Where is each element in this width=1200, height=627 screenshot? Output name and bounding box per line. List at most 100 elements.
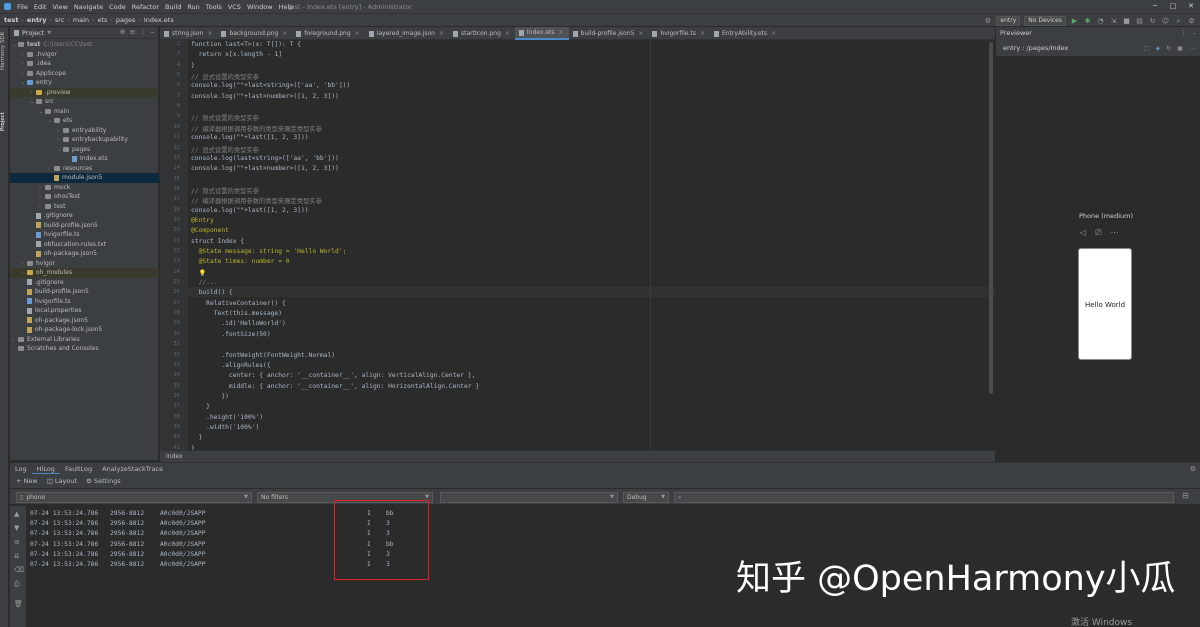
close-tab-icon[interactable]: × xyxy=(638,27,643,40)
menu-refactor[interactable]: Refactor xyxy=(132,3,159,11)
print-icon[interactable]: ⎙ xyxy=(14,580,20,589)
options-icon[interactable]: ⋮ xyxy=(1180,29,1187,37)
tree-item[interactable]: › mock xyxy=(10,183,159,193)
tree-item[interactable]: ⌄ test C:\Users\CC\test xyxy=(10,40,159,50)
settings-button[interactable]: ⚙ Settings xyxy=(86,477,121,485)
hide-panel-icon[interactable]: – xyxy=(151,28,155,36)
breadcrumb-file[interactable]: Index.ets xyxy=(144,16,174,24)
menu-window[interactable]: Window xyxy=(247,3,273,11)
menu-edit[interactable]: Edit xyxy=(34,3,47,11)
breadcrumb-src[interactable]: src xyxy=(55,16,65,24)
tree-item[interactable]: › ohosTest xyxy=(10,192,159,202)
tree-item[interactable]: ⌄ ets xyxy=(10,116,159,126)
menu-code[interactable]: Code xyxy=(109,3,126,11)
scroll-to-end-icon[interactable]: ⇊ xyxy=(14,552,20,560)
tree-item[interactable]: oh-package.json5 xyxy=(10,249,159,259)
tree-item[interactable]: ⌄ entry xyxy=(10,78,159,88)
tree-item[interactable]: .gitignore xyxy=(10,278,159,288)
tree-item[interactable]: › .hvigor xyxy=(10,50,159,60)
close-window-button[interactable]: ✕ xyxy=(1182,0,1200,13)
menu-build[interactable]: Build xyxy=(165,3,181,11)
maximize-button[interactable]: □ xyxy=(1164,0,1182,13)
tree-item[interactable]: build-profile.json5 xyxy=(10,221,159,231)
back-icon[interactable]: ◁ xyxy=(1080,228,1086,238)
minimize-button[interactable]: ─ xyxy=(1146,0,1164,13)
editor-tab[interactable]: string.json × xyxy=(160,27,217,40)
gear-icon[interactable]: ⚙ xyxy=(1190,465,1196,473)
device-filter-select[interactable]: ▯ phone ▼ xyxy=(16,492,252,503)
close-tab-icon[interactable]: × xyxy=(700,27,705,40)
breadcrumb-pages[interactable]: pages xyxy=(116,16,136,24)
tree-item[interactable]: obfuscation-rules.txt xyxy=(10,240,159,250)
editor-tab[interactable]: background.png × xyxy=(217,27,292,40)
log-level-select[interactable]: Debug ▼ xyxy=(623,492,669,503)
tab-hilog[interactable]: HiLog xyxy=(31,463,60,475)
more-icon[interactable]: ⋯ xyxy=(1111,228,1119,238)
tree-item[interactable]: › test xyxy=(10,202,159,212)
package-filter-select[interactable]: ▼ xyxy=(440,492,618,503)
profile-icon[interactable]: ◔ xyxy=(1096,17,1105,26)
toolwindow-tab-project[interactable]: Project xyxy=(0,107,9,137)
hide-panel-icon[interactable]: – xyxy=(1193,29,1196,37)
editor-breadcrumb-footer[interactable]: Index xyxy=(160,450,995,462)
close-tab-icon[interactable]: × xyxy=(207,27,212,40)
menu-view[interactable]: View xyxy=(52,3,67,11)
tree-item[interactable]: Index.ets xyxy=(10,154,159,164)
tree-item[interactable]: ⌄ src xyxy=(10,97,159,107)
device-select[interactable]: No Devices xyxy=(1024,16,1066,26)
scroll-up-icon[interactable]: ▲ xyxy=(14,510,19,518)
editor-tab[interactable]: Index.ets × xyxy=(514,27,569,40)
tree-item[interactable]: hvigorfile.ts xyxy=(10,230,159,240)
menu-tools[interactable]: Tools xyxy=(206,3,222,11)
collapse-all-icon[interactable]: ≡ xyxy=(130,28,136,36)
soft-wrap-icon[interactable]: ≡ xyxy=(14,538,20,546)
tree-item[interactable]: hvigorfile.ts xyxy=(10,297,159,307)
menu-navigate[interactable]: Navigate xyxy=(74,3,103,11)
tree-item[interactable]: module.json5 xyxy=(10,173,159,183)
tree-item[interactable]: oh-package-lock.json5 xyxy=(10,325,159,335)
code-editor[interactable]: 2 3 4 5 6 7 8 9 10 11 12 13 14 15 16 17 18 19 20 21 22 23 24 25… xyxy=(160,40,995,450)
tree-item[interactable]: › External Libraries xyxy=(10,335,159,345)
locate-file-icon[interactable]: ⊕ xyxy=(120,28,126,36)
inspector-icon[interactable]: ⬚ xyxy=(1144,45,1150,52)
editor-tab[interactable]: foreground.png × xyxy=(292,27,364,40)
clear-log-icon[interactable]: ⌫ xyxy=(14,566,24,574)
breadcrumb-project[interactable]: test xyxy=(4,16,19,24)
close-tab-icon[interactable]: × xyxy=(355,27,360,40)
regex-icon[interactable]: ⊟ xyxy=(1182,491,1189,500)
rotate-icon[interactable]: ⎚ xyxy=(1095,228,1101,238)
delete-icon[interactable]: 🗑 xyxy=(14,600,23,608)
options-icon[interactable]: ⋮ xyxy=(140,28,147,36)
settings-gear-icon[interactable]: ⚙ xyxy=(983,17,992,26)
new-button[interactable]: + New xyxy=(16,477,38,485)
search-icon[interactable]: ⌕ xyxy=(1174,17,1183,26)
previewer-route[interactable]: entry : /pages/Index xyxy=(1003,44,1068,52)
editor-tab[interactable]: EntryAbility.ets × xyxy=(710,27,781,40)
tree-item[interactable]: oh-package.json5 xyxy=(10,316,159,326)
tree-item[interactable]: .gitignore xyxy=(10,211,159,221)
tree-item[interactable]: › .preview xyxy=(10,87,159,97)
editor-tab[interactable]: startIcon.png × xyxy=(449,27,515,40)
breadcrumb-module[interactable]: entry xyxy=(27,16,47,24)
menu-vcs[interactable]: VCS xyxy=(228,3,241,11)
project-panel-title[interactable]: Project xyxy=(22,29,44,37)
tree-item[interactable]: › entrybackupability xyxy=(10,135,159,145)
breadcrumb-ets[interactable]: ets xyxy=(97,16,107,24)
tree-item[interactable]: ⌄ pages xyxy=(10,145,159,155)
editor-tab[interactable]: build-profile.json5 × xyxy=(569,27,649,40)
scroll-down-icon[interactable]: ▼ xyxy=(14,524,19,532)
phone-preview[interactable]: Hello World xyxy=(1078,248,1132,360)
sync-icon[interactable]: ↻ xyxy=(1148,17,1157,26)
close-tab-icon[interactable]: × xyxy=(505,27,510,40)
menu-file[interactable]: File xyxy=(17,3,28,11)
close-tab-icon[interactable]: × xyxy=(282,27,287,40)
editor-tab[interactable]: hvigorfile.ts × xyxy=(648,27,710,40)
tree-item[interactable]: Scratches and Consoles xyxy=(10,344,159,354)
menu-run[interactable]: Run xyxy=(187,3,199,11)
stop-icon[interactable]: ■ xyxy=(1122,17,1131,26)
tree-item[interactable]: local.properties xyxy=(10,306,159,316)
run-config-select[interactable]: entry xyxy=(996,16,1021,26)
tree-item[interactable]: › oh_modules xyxy=(10,268,159,278)
device-manager-icon[interactable]: ▤ xyxy=(1135,17,1144,26)
tree-item[interactable]: › hvigor xyxy=(10,259,159,269)
